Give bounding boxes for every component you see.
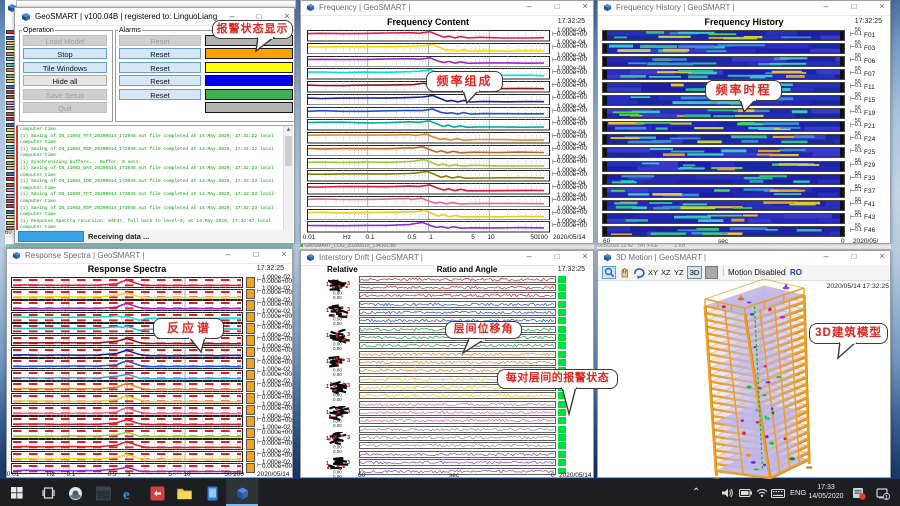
svg-text:1: 1 bbox=[326, 410, 329, 416]
svg-text:3: 3 bbox=[347, 383, 350, 389]
svg-text:1: 1 bbox=[326, 359, 329, 365]
svg-text:3: 3 bbox=[347, 358, 350, 364]
svg-text:1: 1 bbox=[326, 436, 329, 442]
svg-text:0.00: 0.00 bbox=[333, 397, 342, 402]
svg-text:0.00: 0.00 bbox=[333, 423, 342, 428]
svg-text:1: 1 bbox=[326, 282, 329, 288]
svg-text:1: 1 bbox=[326, 333, 329, 339]
svg-text:1: 1 bbox=[326, 308, 329, 314]
svg-text:3: 3 bbox=[347, 435, 350, 441]
svg-text:3: 3 bbox=[347, 307, 350, 313]
svg-text:0.00: 0.00 bbox=[333, 372, 342, 377]
svg-text:1: 1 bbox=[326, 384, 329, 390]
svg-text:3: 3 bbox=[347, 332, 350, 338]
svg-text:0.00: 0.00 bbox=[333, 449, 342, 454]
svg-text:3: 3 bbox=[347, 460, 350, 466]
svg-text:1: 1 bbox=[885, 495, 888, 500]
svg-text:3: 3 bbox=[347, 409, 350, 415]
svg-text:1: 1 bbox=[326, 461, 329, 467]
svg-text:0.00: 0.00 bbox=[333, 295, 342, 300]
svg-text:3: 3 bbox=[347, 281, 350, 287]
svg-text:0.00: 0.00 bbox=[333, 346, 342, 351]
svg-text:e: e bbox=[123, 487, 130, 501]
svg-text:0.00: 0.00 bbox=[333, 321, 342, 326]
